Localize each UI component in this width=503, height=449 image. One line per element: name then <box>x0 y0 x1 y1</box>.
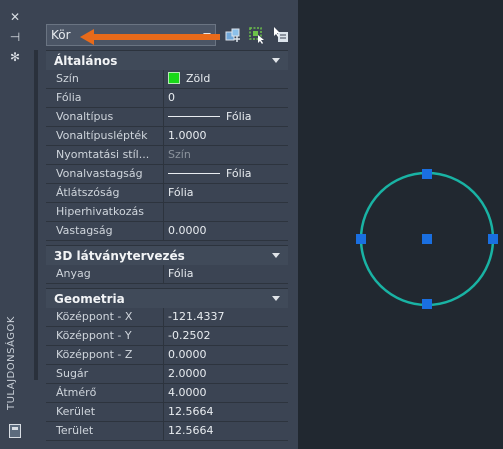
property-label: Középpont - Y <box>46 327 164 346</box>
property-value[interactable]: 12.5664 <box>164 422 288 441</box>
property-row-hyperlink[interactable]: Hiperhivatkozás <box>46 203 288 222</box>
chevron-down-icon[interactable] <box>272 253 280 258</box>
property-value[interactable]: 1.0000 <box>164 127 288 146</box>
property-value[interactable]: Zöld <box>164 70 288 89</box>
property-row-area[interactable]: Terület 12.5664 <box>46 422 288 441</box>
section-geometry[interactable]: Geometria <box>46 288 288 308</box>
settings-icon[interactable]: ✻ <box>8 50 22 64</box>
property-label: Középpont - Z <box>46 346 164 365</box>
property-row-transparency[interactable]: Átlátszóság Fólia <box>46 184 288 203</box>
property-value[interactable]: -121.4337 <box>164 308 288 327</box>
properties-grid: Általános Szín Zöld Fólia 0 Vonaltípus F… <box>46 50 288 441</box>
toggle-pickadd-icon[interactable] <box>224 26 242 44</box>
property-label: Szín <box>46 70 164 89</box>
property-label: Átlátszóság <box>46 184 164 203</box>
grip-bottom[interactable] <box>422 299 432 309</box>
property-value[interactable]: 0.0000 <box>164 346 288 365</box>
linetype-sample <box>168 116 220 117</box>
auto-hide-icon[interactable]: ⊣ <box>8 30 22 44</box>
property-value[interactable] <box>164 203 288 222</box>
property-value[interactable]: -0.2502 <box>164 327 288 346</box>
annotation-arrow-icon <box>80 29 220 45</box>
property-value[interactable]: 0 <box>164 89 288 108</box>
property-value[interactable]: 12.5664 <box>164 403 288 422</box>
grip-top[interactable] <box>422 169 432 179</box>
close-icon[interactable]: ✕ <box>8 10 22 24</box>
property-label: Hiperhivatkozás <box>46 203 164 222</box>
property-label: Középpont - X <box>46 308 164 327</box>
grip-center[interactable] <box>422 234 432 244</box>
grip-right[interactable] <box>488 234 498 244</box>
property-value[interactable]: Fólia <box>164 108 288 127</box>
section-title: 3D látványtervezés <box>54 249 185 263</box>
palette-title-strip: ✕ ⊣ ✻ TULAJDONSÁGOK <box>0 0 30 449</box>
property-value: Szín <box>164 146 288 165</box>
quick-select-icon[interactable] <box>272 26 290 44</box>
chevron-down-icon[interactable] <box>272 58 280 63</box>
property-label: Kerület <box>46 403 164 422</box>
object-type-value: Kör <box>51 28 71 42</box>
property-row-diameter[interactable]: Átmérő 4.0000 <box>46 384 288 403</box>
section-title: Általános <box>54 54 118 68</box>
property-row-radius[interactable]: Sugár 2.0000 <box>46 365 288 384</box>
property-row-center-z[interactable]: Középpont - Z 0.0000 <box>46 346 288 365</box>
property-value[interactable]: 0.0000 <box>164 222 288 241</box>
property-value[interactable]: 2.0000 <box>164 365 288 384</box>
property-row-linetype[interactable]: Vonaltípus Fólia <box>46 108 288 127</box>
property-row-lineweight[interactable]: Vonalvastagság Fólia <box>46 165 288 184</box>
property-row-linetype-scale[interactable]: Vonaltípuslépték 1.0000 <box>46 127 288 146</box>
properties-panel: Kör Általános Szín Zöld Fólia 0 Vonaltíp… <box>30 0 298 449</box>
property-row-material[interactable]: Anyag Fólia <box>46 265 288 284</box>
grip-left[interactable] <box>356 234 366 244</box>
property-row-circumference[interactable]: Kerület 12.5664 <box>46 403 288 422</box>
properties-palette-icon[interactable] <box>9 424 21 438</box>
linetype-value: Fólia <box>226 110 252 123</box>
property-row-color[interactable]: Szín Zöld <box>46 70 288 89</box>
property-label: Sugár <box>46 365 164 384</box>
section-3d-visualization[interactable]: 3D látványtervezés <box>46 245 288 265</box>
property-value[interactable]: Fólia <box>164 184 288 203</box>
property-row-plot-style[interactable]: Nyomtatási stíl... Szín <box>46 146 288 165</box>
property-label: Anyag <box>46 265 164 284</box>
property-value[interactable]: 4.0000 <box>164 384 288 403</box>
property-label: Átmérő <box>46 384 164 403</box>
property-row-thickness[interactable]: Vastagság 0.0000 <box>46 222 288 241</box>
property-label: Fólia <box>46 89 164 108</box>
lineweight-sample <box>168 173 220 174</box>
property-row-layer[interactable]: Fólia 0 <box>46 89 288 108</box>
property-label: Nyomtatási stíl... <box>46 146 164 165</box>
property-value[interactable]: Fólia <box>164 265 288 284</box>
property-row-center-x[interactable]: Középpont - X -121.4337 <box>46 308 288 327</box>
property-row-center-y[interactable]: Középpont - Y -0.2502 <box>46 327 288 346</box>
select-objects-icon[interactable] <box>248 26 266 44</box>
section-general[interactable]: Általános <box>46 50 288 70</box>
autocad-workspace: ✕ ⊣ ✻ TULAJDONSÁGOK Kör Általános Szín Z… <box>0 0 503 449</box>
property-label: Vastagság <box>46 222 164 241</box>
drawing-canvas[interactable] <box>298 0 503 449</box>
palette-title: TULAJDONSÁGOK <box>6 316 17 410</box>
property-value[interactable]: Fólia <box>164 165 288 184</box>
property-label: Vonaltípuslépték <box>46 127 164 146</box>
property-label: Vonalvastagság <box>46 165 164 184</box>
chevron-down-icon[interactable] <box>272 296 280 301</box>
scrollbar[interactable] <box>34 50 38 380</box>
property-label: Terület <box>46 422 164 441</box>
lineweight-value: Fólia <box>226 167 252 180</box>
color-swatch <box>168 72 180 84</box>
section-title: Geometria <box>54 292 125 306</box>
property-label: Vonaltípus <box>46 108 164 127</box>
color-value: Zöld <box>186 72 211 85</box>
